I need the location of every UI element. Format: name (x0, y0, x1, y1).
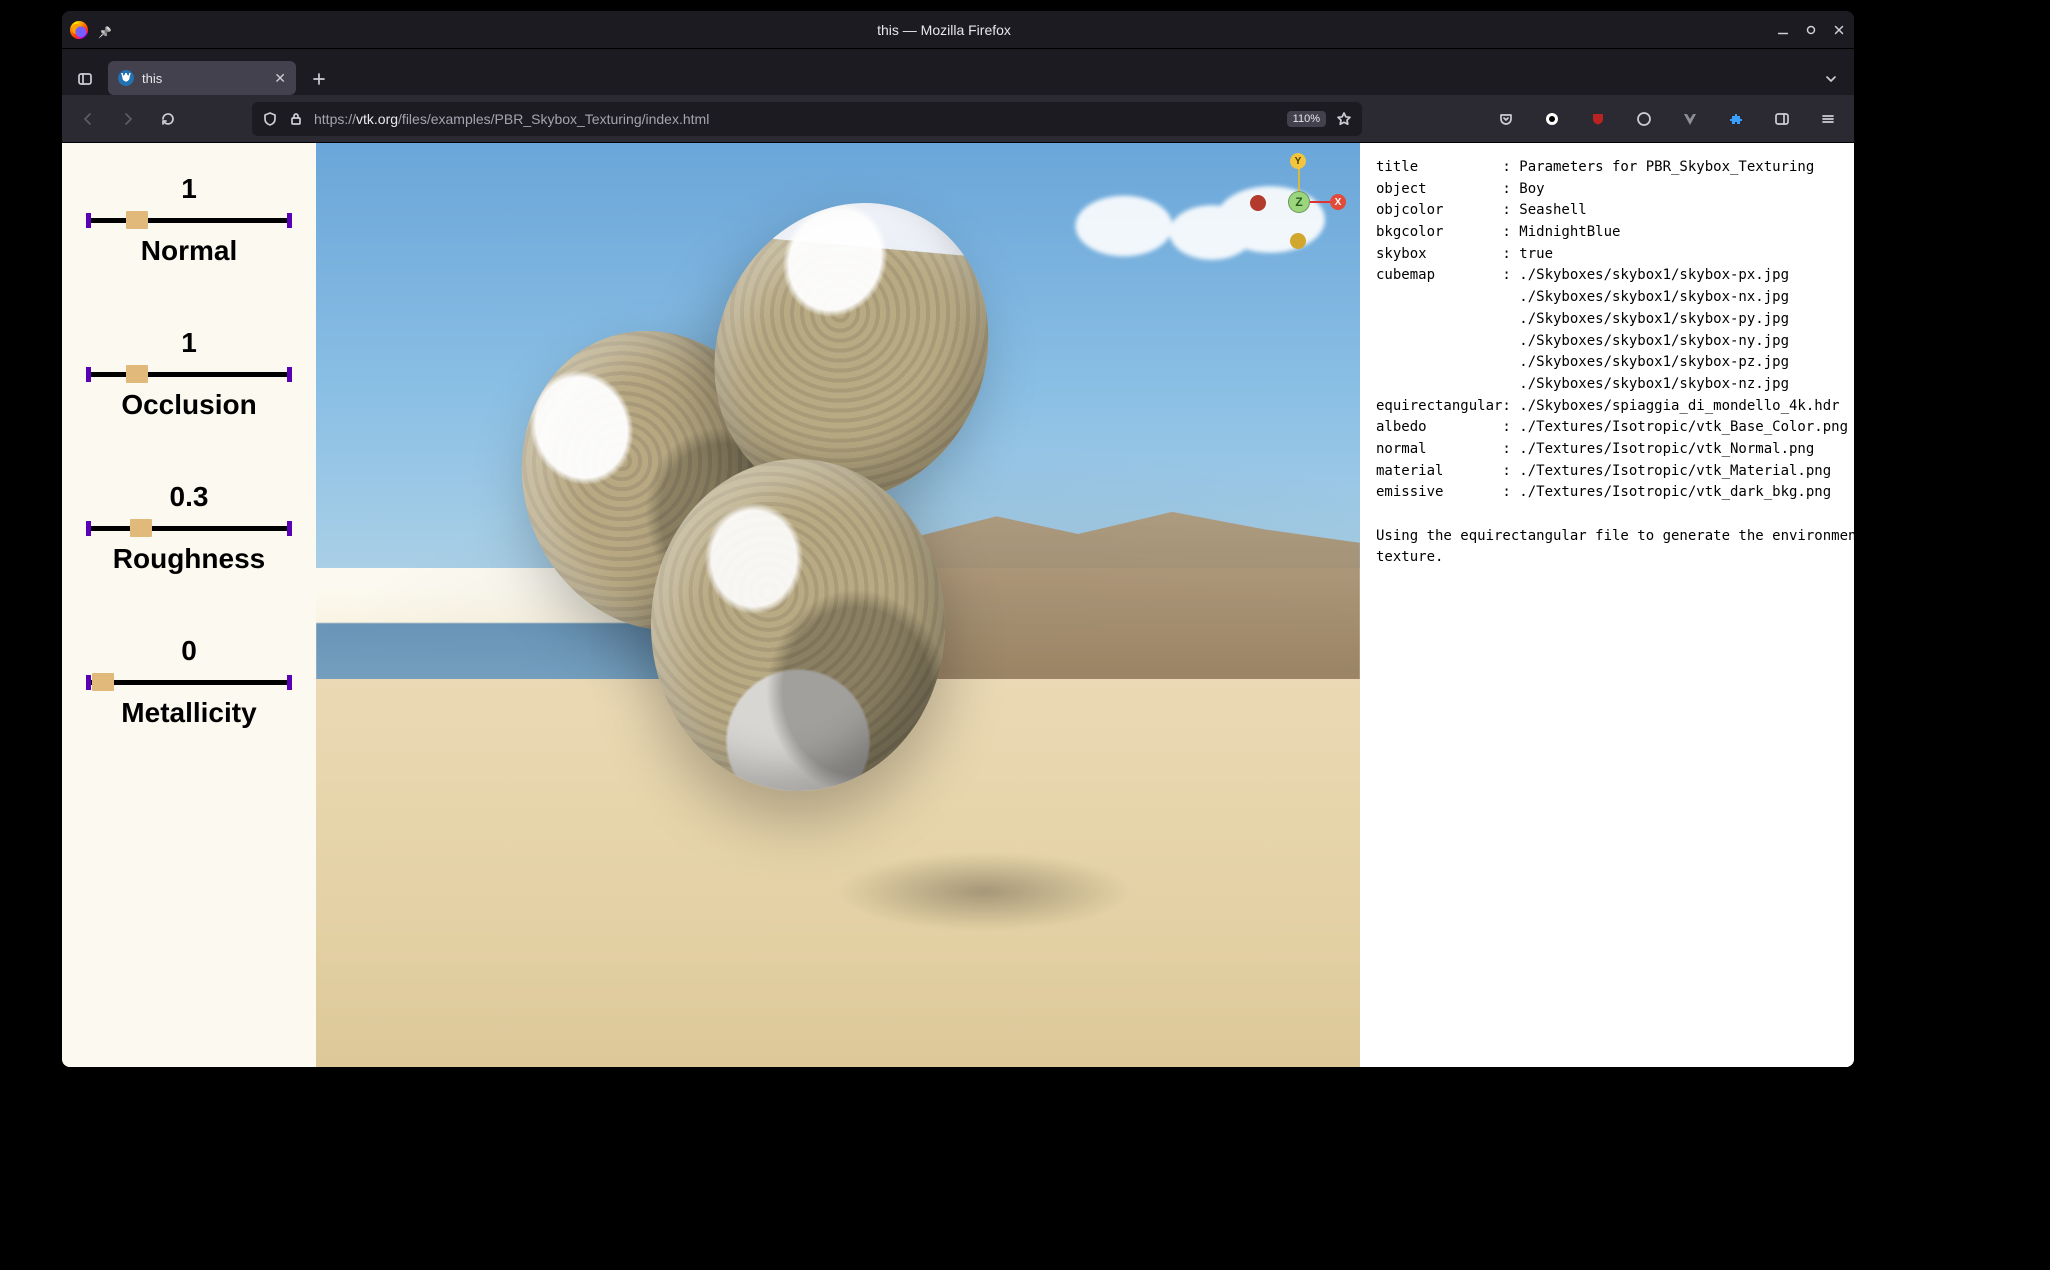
navigation-toolbar: https://vtk.org/files/examples/PBR_Skybo… (62, 95, 1854, 143)
slider-value: 0 (181, 635, 197, 667)
slider-metallicity: 0 Metallicity (82, 635, 296, 729)
slider-label: Metallicity (121, 697, 256, 729)
window-titlebar: this — Mozilla Firefox (62, 11, 1854, 49)
extension-dot-icon[interactable] (1536, 103, 1568, 135)
slider-value: 0.3 (170, 481, 209, 513)
recent-browsing-button[interactable] (68, 63, 102, 95)
browser-window: this — Mozilla Firefox this ✕ (62, 11, 1854, 1067)
forward-button[interactable] (112, 103, 144, 135)
slider-track[interactable] (86, 673, 292, 691)
firefox-icon (70, 21, 88, 39)
extensions-puzzle-icon[interactable] (1720, 103, 1752, 135)
sidebar-right-icon[interactable] (1766, 103, 1798, 135)
pin-icon[interactable] (98, 23, 112, 37)
new-tab-button[interactable] (302, 63, 336, 95)
slider-value: 1 (181, 173, 197, 205)
vue-icon[interactable] (1674, 103, 1706, 135)
rendered-object (504, 171, 1172, 892)
tab-active[interactable]: this ✕ (108, 61, 296, 95)
desktop: this — Mozilla Firefox this ✕ (0, 0, 2050, 1270)
url-path: /files/examples/PBR_Skybox_Texturing/ind… (398, 111, 709, 127)
render-viewport[interactable]: Z X Y (316, 143, 1360, 1067)
slider-thumb[interactable] (130, 519, 152, 537)
list-all-tabs-button[interactable] (1814, 63, 1848, 95)
back-button[interactable] (72, 103, 104, 135)
slider-label: Occlusion (121, 389, 256, 421)
slider-value: 1 (181, 327, 197, 359)
bookmark-star-icon[interactable] (1336, 111, 1352, 127)
gizmo-axis-x[interactable]: X (1330, 194, 1346, 210)
tab-close-button[interactable]: ✕ (274, 70, 286, 87)
slider-track[interactable] (86, 211, 292, 229)
parameters-text: title : Parameters for PBR_Skybox_Textur… (1360, 143, 1854, 1067)
url-host: vtk.org (356, 111, 398, 127)
shield-icon[interactable] (262, 111, 278, 127)
reload-button[interactable] (152, 103, 184, 135)
slider-label: Normal (141, 235, 237, 267)
pocket-icon[interactable] (1490, 103, 1522, 135)
app-menu-button[interactable] (1812, 103, 1844, 135)
wordpress-favicon-icon (118, 70, 134, 86)
tab-strip: this ✕ (62, 49, 1854, 95)
toolbar-extensions (1490, 103, 1844, 135)
slider-label: Roughness (113, 543, 265, 575)
ublock-icon[interactable] (1582, 103, 1614, 135)
page-content: 1 Normal 1 Occlusion 0.3 (62, 143, 1854, 1067)
controls-panel: 1 Normal 1 Occlusion 0.3 (62, 143, 316, 1067)
slider-normal: 1 Normal (82, 173, 296, 267)
slider-thumb[interactable] (126, 211, 148, 229)
slider-track[interactable] (86, 519, 292, 537)
url-text: https://vtk.org/files/examples/PBR_Skybo… (314, 111, 709, 127)
tab-title: this (142, 71, 162, 86)
slider-occlusion: 1 Occlusion (82, 327, 296, 421)
url-bar[interactable]: https://vtk.org/files/examples/PBR_Skybo… (252, 102, 1362, 136)
gizmo-axis-y[interactable]: Y (1290, 153, 1306, 169)
slider-thumb[interactable] (126, 365, 148, 383)
window-close-button[interactable] (1832, 22, 1846, 38)
window-controls (1776, 22, 1846, 38)
window-maximize-button[interactable] (1804, 22, 1818, 38)
gizmo-axis-neg-y[interactable] (1290, 233, 1306, 249)
slider-roughness: 0.3 Roughness (82, 481, 296, 575)
url-prefix: https:// (314, 111, 356, 127)
slider-thumb[interactable] (92, 673, 114, 691)
lock-icon[interactable] (288, 111, 304, 127)
gizmo-axis-z[interactable]: Z (1288, 191, 1310, 213)
window-minimize-button[interactable] (1776, 22, 1790, 38)
orientation-gizmo[interactable]: Z X Y (1250, 153, 1346, 249)
slider-track[interactable] (86, 365, 292, 383)
zoom-level-badge[interactable]: 110% (1287, 111, 1326, 127)
github-icon[interactable] (1628, 103, 1660, 135)
gizmo-axis-neg-x[interactable] (1250, 195, 1266, 211)
window-title: this — Mozilla Firefox (112, 22, 1776, 38)
